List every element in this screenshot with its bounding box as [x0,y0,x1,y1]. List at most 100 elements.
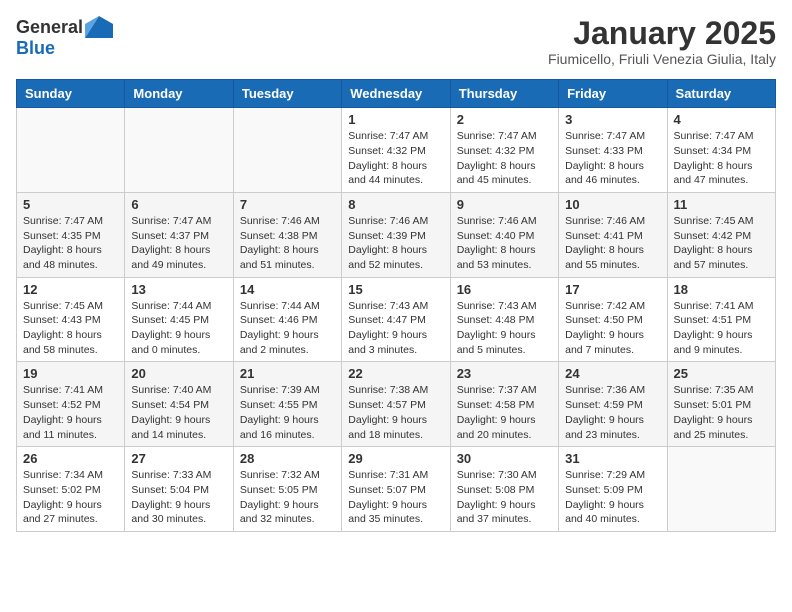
calendar-cell: 7Sunrise: 7:46 AM Sunset: 4:38 PM Daylig… [233,192,341,277]
day-number: 17 [565,282,660,297]
day-number: 7 [240,197,335,212]
day-info: Sunrise: 7:42 AM Sunset: 4:50 PM Dayligh… [565,299,660,358]
calendar-cell: 14 Sunrise: 7:44 AM Sunset: 4:46 PM Dayli… [233,277,341,362]
day-number: 12 [23,282,118,297]
calendar-table: SundayMondayTuesdayWednesdayThursdayFrid… [16,79,776,532]
calendar-cell: 13 Sunrise: 7:44 AM Sunset: 4:45 PM Dayli… [125,277,233,362]
calendar-day-header: Thursday [450,80,558,108]
calendar-day-header: Monday [125,80,233,108]
calendar-cell: 23Sunrise: 7:37 AM Sunset: 4:58 PM Dayli… [450,362,558,447]
day-info: Sunrise: 7:39 AM Sunset: 4:55 PM Dayligh… [240,383,335,442]
calendar-cell: 10 Sunrise: 7:46 AM Sunset: 4:41 PM Dayli… [559,192,667,277]
day-number: 5 [23,197,118,212]
day-number: 8 [348,197,443,212]
day-info: Sunrise: 7:40 AM Sunset: 4:54 PM Dayligh… [131,383,226,442]
day-info: Sunrise: 7:45 AM Sunset: 4:43 PM Dayligh… [23,299,118,358]
day-info: Sunrise: 7:44 AM Sunset: 4:45 PM Dayligh… [131,299,226,358]
location-subtitle: Fiumicello, Friuli Venezia Giulia, Italy [548,51,776,67]
day-info: Sunrise: 7:43 AM Sunset: 4:48 PM Dayligh… [457,299,552,358]
day-number: 24 [565,366,660,381]
day-info: Sunrise: 7:43 AM Sunset: 4:47 PM Dayligh… [348,299,443,358]
day-info: Sunrise: 7:41 AM Sunset: 4:51 PM Dayligh… [674,299,769,358]
title-section: January 2025 Fiumicello, Friuli Venezia … [548,16,776,67]
calendar-cell: 6Sunrise: 7:47 AM Sunset: 4:37 PM Daylig… [125,192,233,277]
calendar-week-row: 12 Sunrise: 7:45 AM Sunset: 4:43 PM Dayli… [17,277,776,362]
calendar-cell: 27Sunrise: 7:33 AM Sunset: 5:04 PM Dayli… [125,447,233,532]
calendar-cell: 30 Sunrise: 7:30 AM Sunset: 5:08 PM Dayli… [450,447,558,532]
calendar-cell: 12 Sunrise: 7:45 AM Sunset: 4:43 PM Dayli… [17,277,125,362]
calendar-cell: 22 Sunrise: 7:38 AM Sunset: 4:57 PM Dayli… [342,362,450,447]
day-number: 13 [131,282,226,297]
calendar-cell: 15 Sunrise: 7:43 AM Sunset: 4:47 PM Dayli… [342,277,450,362]
calendar-cell: 2 Sunrise: 7:47 AM Sunset: 4:32 PM Daylig… [450,108,558,193]
day-number: 1 [348,112,443,127]
day-info: Sunrise: 7:46 AM Sunset: 4:40 PM Dayligh… [457,214,552,273]
day-info: Sunrise: 7:29 AM Sunset: 5:09 PM Dayligh… [565,468,660,527]
day-info: Sunrise: 7:46 AM Sunset: 4:39 PM Dayligh… [348,214,443,273]
calendar-cell [125,108,233,193]
day-info: Sunrise: 7:47 AM Sunset: 4:35 PM Dayligh… [23,214,118,273]
day-number: 23 [457,366,552,381]
calendar-cell: 4 Sunrise: 7:47 AM Sunset: 4:34 PM Daylig… [667,108,775,193]
day-number: 26 [23,451,118,466]
calendar-cell: 17 Sunrise: 7:42 AM Sunset: 4:50 PM Dayli… [559,277,667,362]
day-info: Sunrise: 7:30 AM Sunset: 5:08 PM Dayligh… [457,468,552,527]
calendar-cell: 18 Sunrise: 7:41 AM Sunset: 4:51 PM Dayli… [667,277,775,362]
day-info: Sunrise: 7:46 AM Sunset: 4:41 PM Dayligh… [565,214,660,273]
logo-icon [85,16,113,38]
day-info: Sunrise: 7:35 AM Sunset: 5:01 PM Dayligh… [674,383,769,442]
calendar-week-row: 26 Sunrise: 7:34 AM Sunset: 5:02 PM Dayli… [17,447,776,532]
day-info: Sunrise: 7:38 AM Sunset: 4:57 PM Dayligh… [348,383,443,442]
calendar-cell: 21 Sunrise: 7:39 AM Sunset: 4:55 PM Dayli… [233,362,341,447]
day-number: 18 [674,282,769,297]
logo: General Blue [16,16,113,59]
calendar-day-header: Friday [559,80,667,108]
day-info: Sunrise: 7:47 AM Sunset: 4:33 PM Dayligh… [565,129,660,188]
day-number: 28 [240,451,335,466]
calendar-cell: 8 Sunrise: 7:46 AM Sunset: 4:39 PM Daylig… [342,192,450,277]
day-info: Sunrise: 7:32 AM Sunset: 5:05 PM Dayligh… [240,468,335,527]
day-info: Sunrise: 7:47 AM Sunset: 4:32 PM Dayligh… [348,129,443,188]
day-number: 31 [565,451,660,466]
calendar-day-header: Saturday [667,80,775,108]
day-info: Sunrise: 7:47 AM Sunset: 4:32 PM Dayligh… [457,129,552,188]
calendar-day-header: Sunday [17,80,125,108]
day-number: 2 [457,112,552,127]
calendar-cell: 25 Sunrise: 7:35 AM Sunset: 5:01 PM Dayli… [667,362,775,447]
calendar-cell: 20Sunrise: 7:40 AM Sunset: 4:54 PM Dayli… [125,362,233,447]
calendar-day-header: Tuesday [233,80,341,108]
calendar-cell: 29 Sunrise: 7:31 AM Sunset: 5:07 PM Dayli… [342,447,450,532]
day-info: Sunrise: 7:31 AM Sunset: 5:07 PM Dayligh… [348,468,443,527]
calendar-cell [233,108,341,193]
page-header: General Blue January 2025 Fiumicello, Fr… [16,16,776,67]
day-info: Sunrise: 7:33 AM Sunset: 5:04 PM Dayligh… [131,468,226,527]
calendar-cell: 16Sunrise: 7:43 AM Sunset: 4:48 PM Dayli… [450,277,558,362]
calendar-cell: 24 Sunrise: 7:36 AM Sunset: 4:59 PM Dayli… [559,362,667,447]
day-number: 25 [674,366,769,381]
day-number: 4 [674,112,769,127]
day-info: Sunrise: 7:44 AM Sunset: 4:46 PM Dayligh… [240,299,335,358]
day-number: 3 [565,112,660,127]
day-number: 21 [240,366,335,381]
calendar-week-row: 5 Sunrise: 7:47 AM Sunset: 4:35 PM Daylig… [17,192,776,277]
calendar-day-header: Wednesday [342,80,450,108]
day-number: 22 [348,366,443,381]
day-info: Sunrise: 7:34 AM Sunset: 5:02 PM Dayligh… [23,468,118,527]
calendar-cell: 19Sunrise: 7:41 AM Sunset: 4:52 PM Dayli… [17,362,125,447]
day-number: 15 [348,282,443,297]
calendar-cell [17,108,125,193]
day-number: 14 [240,282,335,297]
month-title: January 2025 [548,16,776,51]
calendar-cell: 1 Sunrise: 7:47 AM Sunset: 4:32 PM Daylig… [342,108,450,193]
calendar-cell: 26 Sunrise: 7:34 AM Sunset: 5:02 PM Dayli… [17,447,125,532]
calendar-cell: 5 Sunrise: 7:47 AM Sunset: 4:35 PM Daylig… [17,192,125,277]
calendar-cell: 31 Sunrise: 7:29 AM Sunset: 5:09 PM Dayli… [559,447,667,532]
day-info: Sunrise: 7:36 AM Sunset: 4:59 PM Dayligh… [565,383,660,442]
day-number: 29 [348,451,443,466]
calendar-cell: 11Sunrise: 7:45 AM Sunset: 4:42 PM Dayli… [667,192,775,277]
day-number: 10 [565,197,660,212]
day-info: Sunrise: 7:47 AM Sunset: 4:34 PM Dayligh… [674,129,769,188]
calendar-week-row: 1 Sunrise: 7:47 AM Sunset: 4:32 PM Daylig… [17,108,776,193]
day-info: Sunrise: 7:45 AM Sunset: 4:42 PM Dayligh… [674,214,769,273]
day-number: 30 [457,451,552,466]
